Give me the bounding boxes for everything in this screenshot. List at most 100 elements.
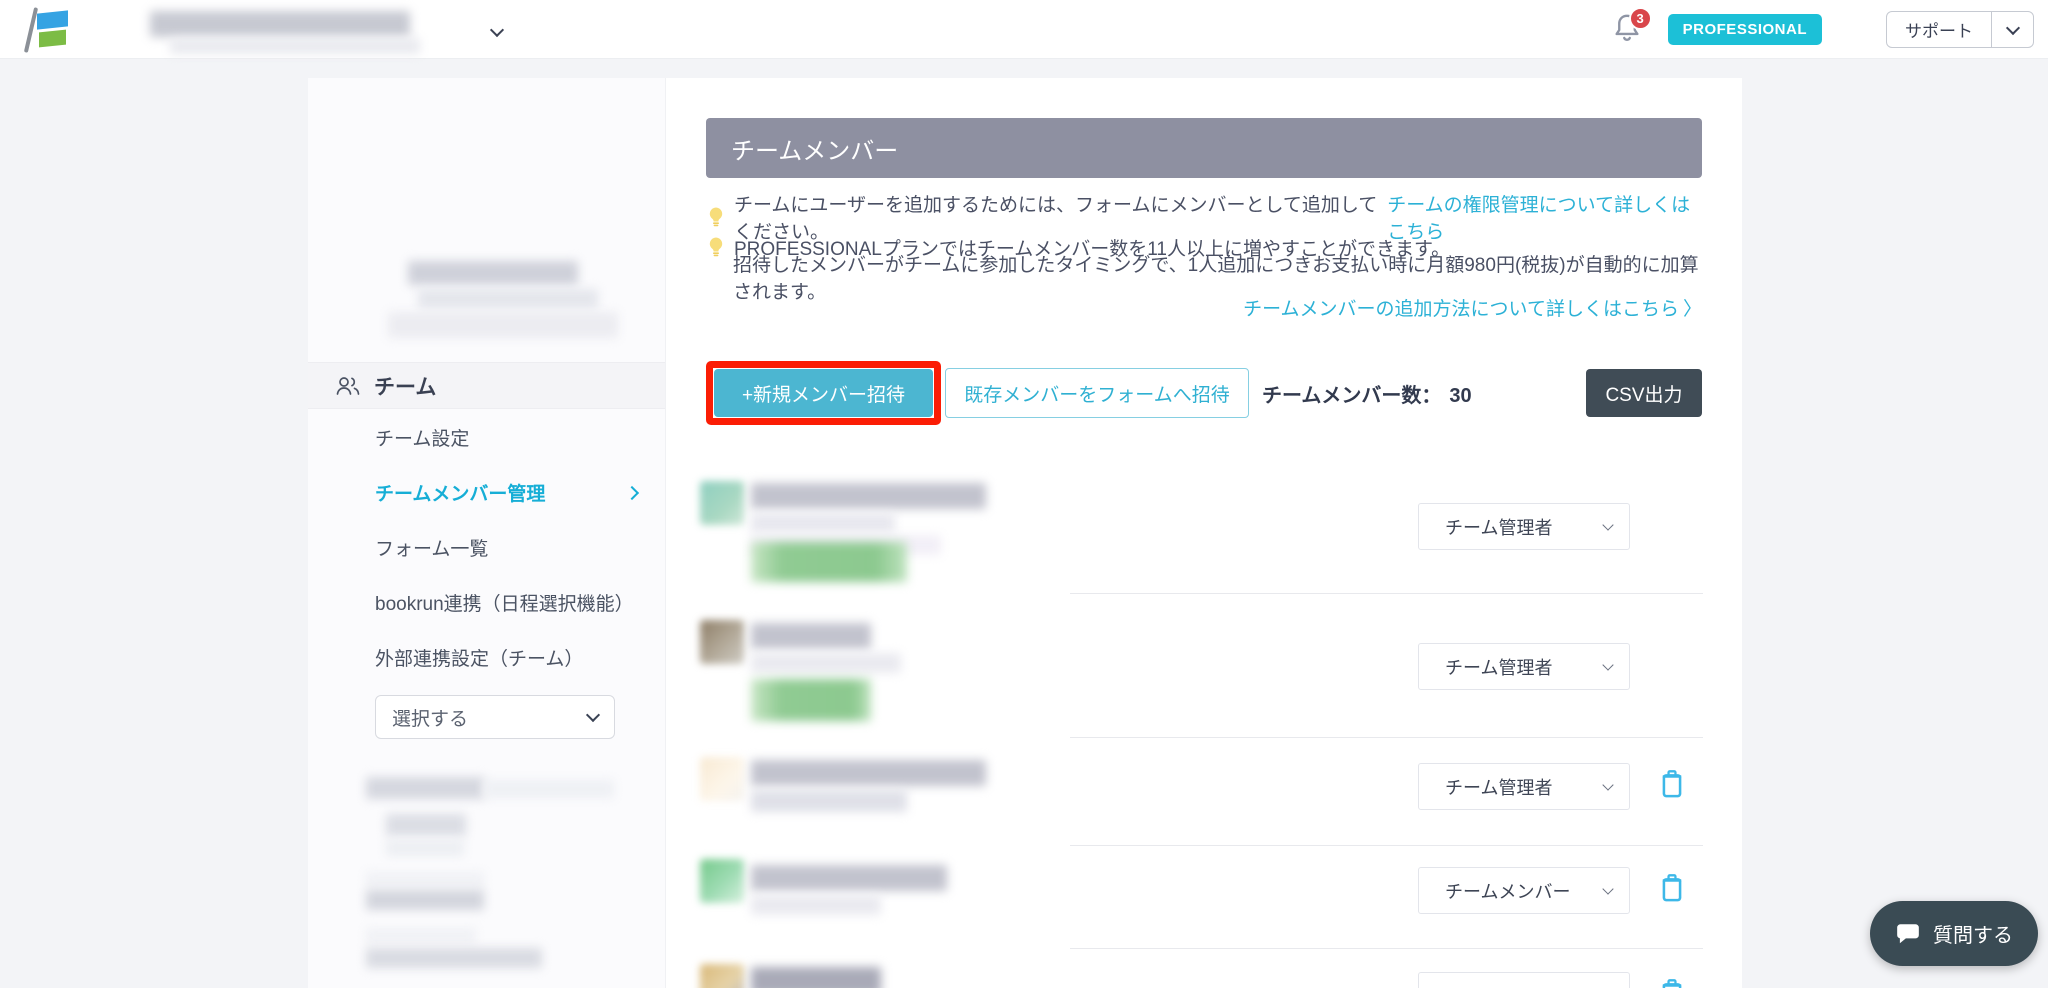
redacted-member-tag — [751, 542, 907, 582]
redacted-avatar — [700, 859, 744, 903]
page-title: チームメンバー — [706, 118, 1702, 178]
chat-support-label: 質問する — [1933, 925, 2013, 947]
redacted-brand-subtext — [170, 38, 420, 54]
chevron-right-icon — [624, 485, 640, 500]
trash-icon — [1662, 770, 1682, 798]
redacted-member-name — [751, 623, 871, 649]
add-method-link[interactable]: チームメンバーの追加方法について詳しくはこちら 〉 — [1243, 294, 1702, 321]
redacted-menu-item — [366, 928, 476, 944]
sidebar-item-label: チームメンバー管理 — [375, 484, 546, 505]
invite-existing-member-button[interactable]: 既存メンバーをフォームへ招待 — [945, 368, 1249, 418]
redacted-profile-line — [418, 289, 598, 309]
redacted-avatar — [700, 964, 744, 988]
delete-member-button[interactable] — [1657, 769, 1687, 801]
member-count-value: 30 — [1449, 384, 1472, 407]
member-row — [666, 949, 1742, 988]
redacted-member-email — [751, 895, 881, 915]
integration-select[interactable]: 選択する — [375, 695, 615, 739]
redacted-menu-item — [366, 890, 484, 910]
sidebar-item-label: チーム設定 — [375, 429, 470, 450]
support-button-label: サポート — [1905, 22, 1973, 41]
sidebar-item-label: bookrun連携（日程選択機能） — [375, 594, 634, 615]
redacted-avatar — [700, 757, 744, 801]
redacted-brand-name — [150, 11, 410, 37]
sidebar-item-label: 外部連携設定（チーム） — [375, 649, 584, 670]
tips: チームにユーザーを追加するためには、フォームにメンバーとして追加してください。 … — [706, 195, 1702, 303]
redacted-member-name — [751, 865, 947, 891]
sidebar-item-フォーム一覧[interactable]: フォーム一覧 — [308, 520, 665, 575]
member-count-label: チームメンバー数： — [1262, 384, 1442, 407]
lightbulb-icon — [709, 207, 723, 227]
delete-member-button[interactable] — [1657, 873, 1687, 905]
notification-count-badge: 3 — [1628, 6, 1652, 30]
main-content: チームメンバー チームにユーザーを追加するためには、フォームにメンバーとして追加… — [666, 78, 1742, 988]
sidebar-item-bookrun連携（日程選択機能）[interactable]: bookrun連携（日程選択機能） — [308, 575, 665, 630]
redacted-menu-item — [366, 777, 484, 799]
sidebar-item-label: フォーム一覧 — [375, 539, 489, 560]
member-row: チーム管理者 — [666, 463, 1742, 594]
tip-line: チームにユーザーを追加するためには、フォームにメンバーとして追加してください。 … — [706, 195, 1702, 243]
member-role-select[interactable]: チーム管理者 — [1418, 643, 1630, 690]
redacted-menu-item — [484, 780, 614, 798]
chat-bubble-icon — [1897, 923, 1919, 943]
sidebar-section-team: チーム — [308, 362, 665, 409]
member-role-value: チーム管理者 — [1445, 517, 1553, 538]
sidebar-nav: チーム設定 チームメンバー管理 フォーム一覧 bookrun連携（日程選択機能）… — [308, 410, 665, 685]
member-role-select[interactable]: チームメンバー — [1418, 867, 1630, 914]
sidebar-item-チーム設定[interactable]: チーム設定 — [308, 410, 665, 465]
redacted-member-name — [751, 483, 986, 509]
chevron-down-icon — [1602, 883, 1614, 895]
notification-bell-button[interactable]: 3 — [1610, 6, 1652, 49]
chevron-down-icon — [1602, 659, 1614, 671]
redacted-avatar — [700, 620, 744, 664]
member-count: チームメンバー数： 30 — [1262, 379, 1472, 408]
annotation-highlight-box: +新規メンバー招待 — [706, 361, 941, 425]
page-body: チーム チーム設定 チームメンバー管理 フォーム一覧 bookrun連携（日程選… — [0, 59, 2048, 988]
logo-flag-green — [39, 29, 66, 48]
redacted-member-email — [751, 790, 907, 812]
lightbulb-icon — [709, 237, 723, 257]
toolbar: +新規メンバー招待 既存メンバーをフォームへ招待 チームメンバー数： 30 CS… — [706, 360, 1702, 426]
redacted-member-name — [751, 760, 986, 786]
support-button[interactable]: サポート — [1886, 11, 2034, 48]
redacted-profile-name — [408, 261, 578, 285]
trash-icon — [1662, 874, 1682, 902]
chat-support-button[interactable]: 質問する — [1870, 901, 2038, 966]
workspace-chevron-down-icon[interactable] — [489, 22, 505, 40]
redacted-member-tag — [751, 679, 871, 721]
support-chevron-down-icon[interactable] — [1991, 12, 2033, 47]
redacted-menu-item — [386, 814, 466, 836]
delete-member-button[interactable] — [1657, 978, 1687, 988]
invite-new-member-button[interactable]: +新規メンバー招待 — [714, 369, 933, 417]
csv-export-button[interactable]: CSV出力 — [1586, 369, 1702, 417]
redacted-member-email — [751, 653, 901, 673]
chevron-right-glyph: 〉 — [1682, 298, 1702, 320]
member-row: チーム管理者 — [666, 594, 1742, 738]
redacted-menu-item — [366, 948, 542, 968]
team-people-icon — [336, 376, 360, 395]
redacted-profile-line — [388, 312, 618, 338]
sidebar-item-チームメンバー管理[interactable]: チームメンバー管理 — [308, 465, 665, 520]
sidebar-item-外部連携設定（チーム）[interactable]: 外部連携設定（チーム） — [308, 630, 665, 685]
redacted-member-name — [751, 967, 881, 988]
redacted-avatar — [700, 481, 744, 525]
chevron-down-icon — [1602, 779, 1614, 791]
formrun-flag-logo-icon[interactable] — [20, 6, 68, 54]
plan-badge: PROFESSIONAL — [1667, 14, 1822, 45]
member-row: チーム管理者 — [666, 738, 1742, 846]
member-role-select[interactable] — [1418, 972, 1630, 988]
sidebar-section-label: チーム — [374, 375, 437, 399]
member-role-value: チーム管理者 — [1445, 657, 1553, 678]
member-row: チームメンバー — [666, 846, 1742, 949]
add-method-link-label: チームメンバーの追加方法について詳しくはこちら — [1243, 298, 1679, 320]
logo-pole — [23, 7, 39, 53]
member-role-select[interactable]: チーム管理者 — [1418, 503, 1630, 550]
member-role-select[interactable]: チーム管理者 — [1418, 763, 1630, 810]
integration-select-value: 選択する — [392, 708, 469, 730]
trash-icon — [1662, 979, 1682, 988]
redacted-member-email — [751, 513, 895, 533]
redacted-menu-item — [386, 840, 464, 856]
topbar: 3 PROFESSIONAL サポート — [0, 0, 2048, 59]
tip-line: 招待したメンバーがチームに参加したタイミングで、1人追加につきお支払い時に月額9… — [706, 255, 1702, 303]
chevron-down-icon — [585, 707, 601, 723]
